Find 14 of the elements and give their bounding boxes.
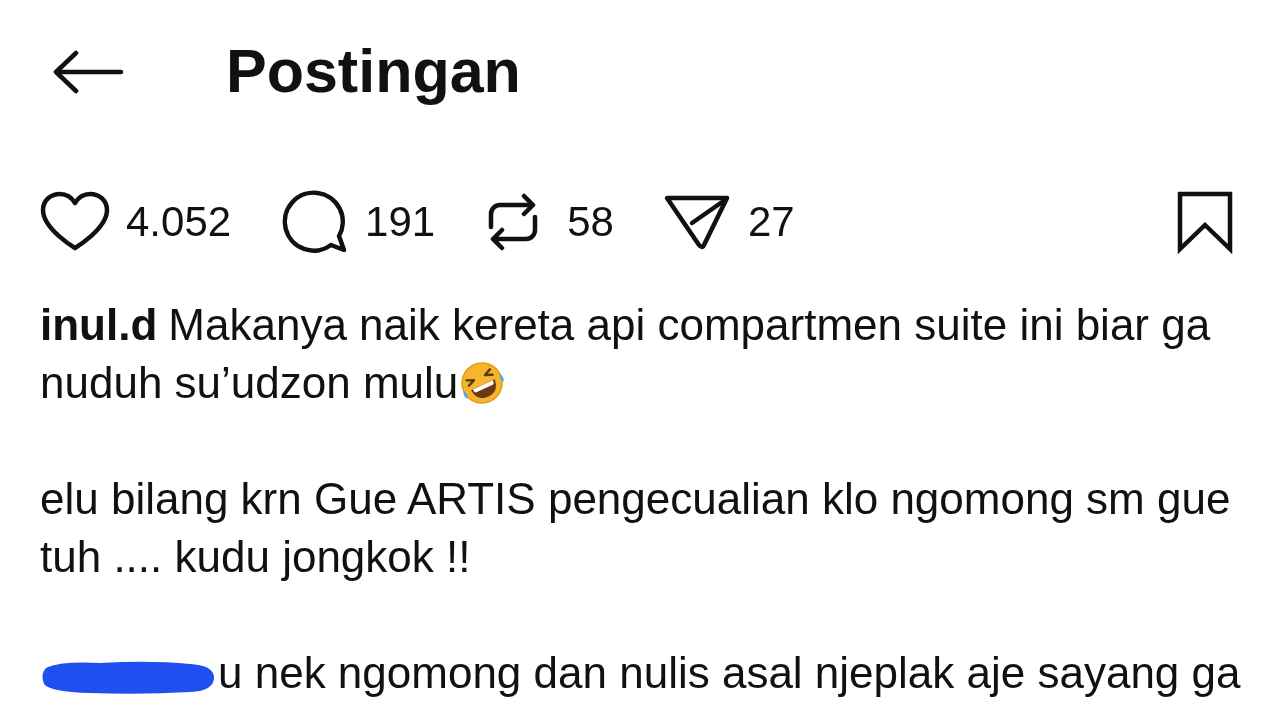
caption-text: elu bilang krn Gue ARTIS pengecualian klo ngomong sm gue tuh .... kudu jongkok !! [40,474,1231,581]
heart-icon [40,191,110,253]
bookmark-button[interactable] [1176,190,1234,254]
username-link[interactable]: inul.d [40,300,158,349]
like-button[interactable] [40,191,110,253]
like-count: 4.052 [126,196,232,247]
repost-count: 58 [567,196,614,247]
back-button[interactable] [52,50,124,94]
back-arrow-icon [52,50,124,94]
share-count: 27 [747,196,795,247]
comment-count: 191 [365,196,436,247]
page-title: Postingan [226,36,521,108]
caption-text: u nek ngomong dan nulis asal njeplak aje sayang ga [218,648,1241,697]
caption-text: inul.d Makanya naik kereta api compartmen suite ini biar ga nuduh su’udzon mulu [40,300,1211,407]
